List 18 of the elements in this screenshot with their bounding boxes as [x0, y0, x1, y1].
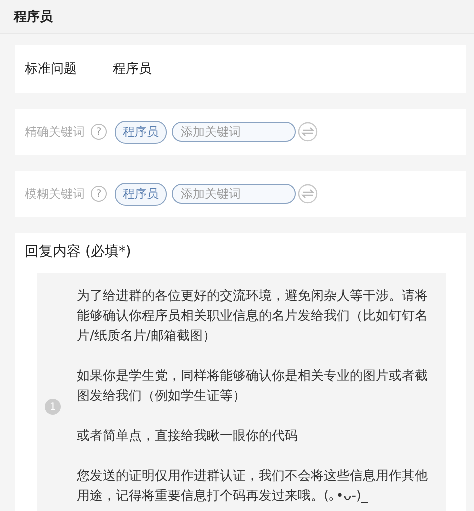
message-paragraph: 如果你是学生党，同样将能够确认你是相关专业的图片或者截图发给我们（例如学生证等）: [77, 368, 429, 406]
field-label: 模糊关键词: [25, 186, 85, 202]
field-label: 精确关键词: [25, 124, 85, 140]
help-icon[interactable]: ?: [91, 186, 107, 202]
message-paragraph: 或者简单点，直接给我瞅一眼你的代码: [77, 428, 299, 446]
keyword-input[interactable]: 添加关键词: [172, 184, 296, 204]
keyword-tag[interactable]: 程序员: [115, 120, 167, 144]
help-icon[interactable]: ?: [91, 124, 107, 140]
message-paragraph: 为了给进群的各位更好的交流环境，避免闲杂人等干涉。请将能够确认你程序员相关职业信息的名片发给我们（比如钉钉名片/纸质名片/邮箱截图）: [77, 288, 429, 346]
keyword-input[interactable]: 添加关键词: [172, 122, 296, 142]
question-text: 程序员: [113, 61, 152, 78]
field-label: 回复内容 (必填*): [25, 243, 132, 261]
message-paragraph: 您发送的证明仅用作进群认证，我们不会将这些信息用作其他用途，记得将重要信息打个码再发过来哦。(｡•ᴗ-)_: [77, 468, 429, 506]
field-label: 标准问题: [25, 61, 78, 78]
page-title: 程序员: [14, 8, 53, 26]
swap-icon[interactable]: [298, 122, 318, 142]
swap-icon[interactable]: [298, 184, 318, 204]
keyword-tag[interactable]: 程序员: [115, 182, 167, 206]
